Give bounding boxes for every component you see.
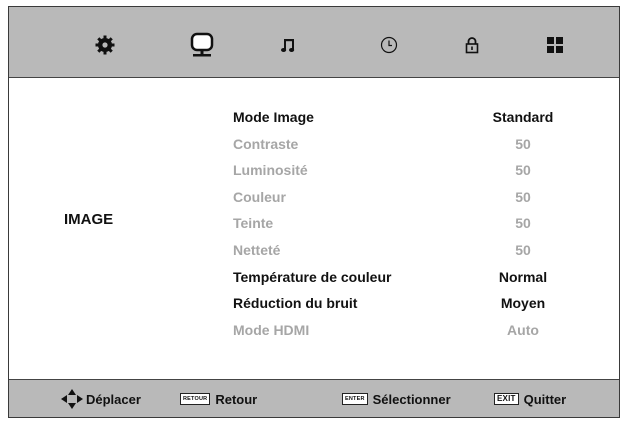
hint-select[interactable]: ENTER Sélectionner <box>342 389 451 409</box>
setting-value: 50 <box>515 242 531 258</box>
tab-picture[interactable] <box>182 25 222 65</box>
setting-value: Auto <box>507 321 539 338</box>
menu-tab-bar <box>9 7 619 78</box>
setting-label: Température de couleur <box>233 268 392 285</box>
setting-value: Standard <box>492 109 554 125</box>
setting-row: Mode HDMI Auto <box>233 317 583 343</box>
gear-icon <box>95 35 115 55</box>
setting-row: Netteté 50 <box>233 237 583 263</box>
section-title: IMAGE <box>64 211 114 228</box>
hint-exit[interactable]: EXIT Quitter <box>494 389 566 409</box>
hint-back[interactable]: RETOUR Retour <box>180 389 257 409</box>
setting-row: Teinte 50 <box>233 210 583 236</box>
setting-value: 50 <box>515 135 531 152</box>
music-note-icon <box>281 39 295 52</box>
hint-move[interactable]: Déplacer <box>61 389 141 409</box>
tv-osd-menu: IMAGE Mode Image Standard Contraste 50 Lumin… <box>8 6 620 418</box>
setting-value: 50 <box>515 215 531 232</box>
grid-icon <box>547 37 563 53</box>
tab-settings[interactable] <box>85 25 125 65</box>
enter-key-icon: ENTER <box>342 393 368 405</box>
lock-icon <box>465 37 479 54</box>
setting-row: Couleur 50 <box>233 184 583 210</box>
setting-label: Réduction du bruit <box>233 295 358 312</box>
setting-label: Mode HDMI <box>233 321 310 338</box>
back-key-icon: RETOUR <box>180 393 211 405</box>
arrow-keys-icon <box>61 389 83 409</box>
setting-row: Luminosité 50 <box>233 157 583 183</box>
footer-hints: Déplacer RETOUR Retour ENTER Sélectionne… <box>9 379 619 417</box>
tab-sound[interactable] <box>269 25 309 65</box>
setting-row: Contraste 50 <box>233 131 583 157</box>
setting-value: Moyen <box>500 295 546 312</box>
hint-back-label: Retour <box>215 391 258 407</box>
setting-label: Teinte <box>233 215 274 232</box>
clock-icon <box>380 36 398 54</box>
setting-label: Luminosité <box>233 162 308 179</box>
setting-label: Couleur <box>233 188 286 205</box>
tab-lock[interactable] <box>452 25 492 65</box>
setting-row[interactable]: Réduction du bruit Moyen <box>233 290 583 316</box>
tab-time[interactable] <box>369 25 409 65</box>
setting-label: Mode Image <box>233 109 314 125</box>
setting-value: 50 <box>515 162 531 179</box>
setting-row[interactable]: Température de couleur Normal <box>233 264 583 290</box>
setting-label: Contraste <box>233 135 299 152</box>
setting-value: 50 <box>515 188 531 205</box>
monitor-icon <box>190 32 214 57</box>
hint-select-label: Sélectionner <box>372 391 451 407</box>
setting-value: Normal <box>498 268 548 285</box>
setting-row[interactable]: Mode Image Standard <box>233 104 583 130</box>
hint-move-label: Déplacer <box>86 391 141 407</box>
tab-setup[interactable] <box>535 25 575 65</box>
hint-exit-label: Quitter <box>523 391 567 407</box>
exit-key-icon: EXIT <box>494 393 519 405</box>
setting-label: Netteté <box>233 242 281 258</box>
